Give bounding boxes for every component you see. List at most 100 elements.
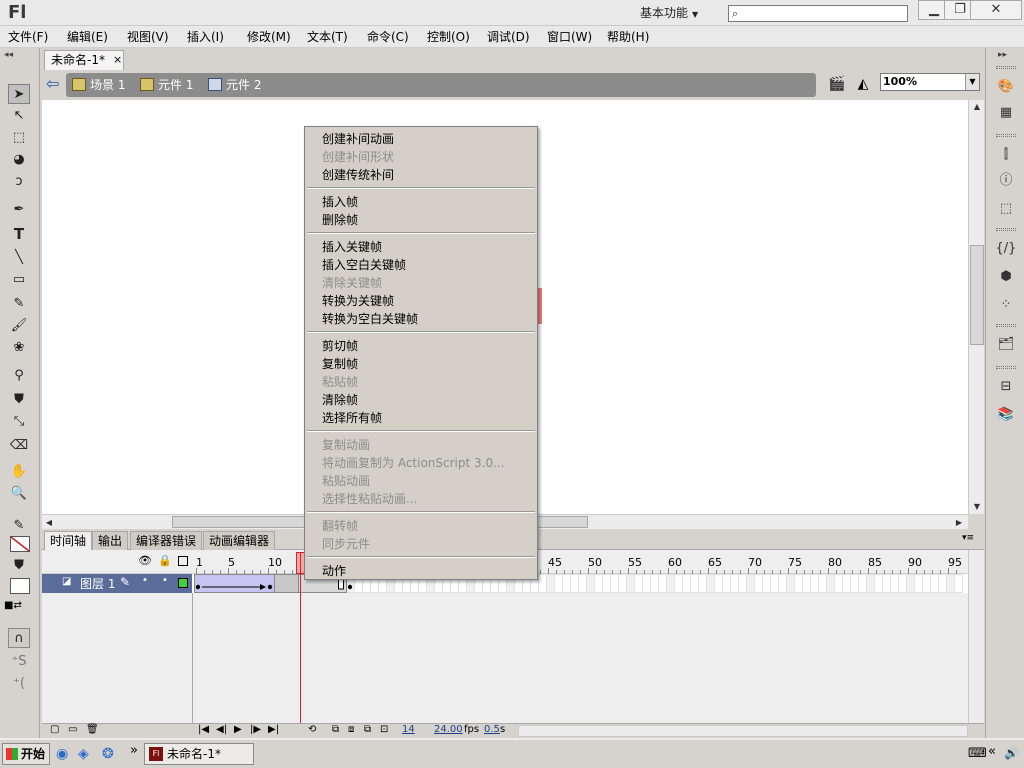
library-icon[interactable]: 📚 <box>995 404 1017 426</box>
scroll-right-icon[interactable]: ▶ <box>952 516 966 529</box>
grip[interactable] <box>996 228 1016 231</box>
context-menu-item[interactable]: 删除帧 <box>322 211 358 229</box>
first-frame-icon[interactable]: |◀ <box>198 724 209 735</box>
document-tab[interactable]: 未命名-1* × <box>44 50 124 70</box>
context-menu-item[interactable]: 转换为空白关键帧 <box>322 310 418 328</box>
panel-menu-icon[interactable]: ▾≡ <box>962 533 974 543</box>
context-menu-item[interactable]: 清除帧 <box>322 391 358 409</box>
new-layer-icon[interactable]: ▢ <box>50 724 59 735</box>
search-input[interactable]: ⌕ <box>728 5 908 22</box>
last-frame-icon[interactable]: ▶| <box>268 724 279 735</box>
fill-color-icon[interactable]: ⛊ <box>8 556 30 576</box>
3d-rotation-tool-icon[interactable]: ◕ <box>8 150 30 170</box>
stroke-color-swatch[interactable] <box>10 536 30 552</box>
new-folder-icon[interactable]: ▭ <box>68 724 77 735</box>
step-forward-icon[interactable]: |▶ <box>250 724 261 735</box>
chevron-down-icon[interactable]: ▼ <box>965 74 979 90</box>
timeline-vertical-scrollbar[interactable] <box>968 550 984 723</box>
menu-help[interactable]: 帮助(H) <box>607 26 649 48</box>
scroll-down-icon[interactable]: ▼ <box>970 500 984 513</box>
taskbar-window-button[interactable]: Fl 未命名-1* <box>144 743 254 765</box>
back-arrow-icon[interactable]: ⇦ <box>46 75 64 93</box>
lasso-tool-icon[interactable]: ↄ <box>8 172 30 192</box>
context-menu-item[interactable]: 复制帧 <box>322 355 358 373</box>
motion-presets-icon[interactable]: ⁘ <box>995 294 1017 316</box>
close-icon[interactable]: × <box>113 51 122 69</box>
tab-output[interactable]: 输出 <box>92 531 129 550</box>
swap-colors-icon[interactable]: ■⇄ <box>4 600 22 611</box>
edit-scene-icon[interactable]: 🎬 <box>826 76 848 94</box>
collapse-icon[interactable]: ◂◂ <box>4 50 13 60</box>
visibility-dot-icon[interactable]: • <box>142 575 148 586</box>
tray-chevron-icon[interactable]: « <box>988 744 996 759</box>
eraser-tool-icon[interactable]: ⌫ <box>8 436 30 456</box>
edit-symbols-icon[interactable]: ◭ <box>852 76 874 94</box>
context-menu-item[interactable]: 选择所有帧 <box>322 409 382 427</box>
grip[interactable] <box>996 66 1016 69</box>
eyedropper-tool-icon[interactable]: ⤡ <box>8 412 30 432</box>
keyboard-icon[interactable]: ⌨ <box>968 746 987 761</box>
pencil-tool-icon[interactable]: ✎ <box>8 294 30 314</box>
eye-icon[interactable]: 👁 <box>138 554 152 567</box>
menu-edit[interactable]: 编辑(E) <box>67 26 108 48</box>
swatches-icon[interactable]: ▦ <box>995 102 1017 124</box>
grip[interactable] <box>996 324 1016 327</box>
paint-bucket-tool-icon[interactable]: ⛊ <box>8 390 30 410</box>
components-icon[interactable]: ⬢ <box>995 266 1017 288</box>
browser-icon[interactable]: ◉ <box>56 746 68 762</box>
elapsed-time[interactable]: 0.5 <box>484 724 500 735</box>
menu-commands[interactable]: 命令(C) <box>367 26 409 48</box>
context-menu-item[interactable]: 创建传统补间 <box>322 166 394 184</box>
grip[interactable] <box>996 134 1016 137</box>
deco-tool-icon[interactable]: ❀ <box>8 338 30 358</box>
stroke-color-icon[interactable]: ✎ <box>8 516 30 536</box>
context-menu-item[interactable]: 动作 <box>322 562 346 580</box>
snap-magnet-icon[interactable]: ∩ <box>8 628 30 648</box>
outline-color-icon[interactable] <box>178 578 188 588</box>
bone-tool-icon[interactable]: ⚲ <box>8 366 30 386</box>
lock-dot-icon[interactable]: • <box>162 575 168 586</box>
tab-timeline[interactable]: 时间轴 <box>44 531 93 550</box>
quick-launch-icon[interactable]: ◈ <box>78 746 89 762</box>
loop-icon[interactable]: ⟲ <box>308 724 316 735</box>
menu-view[interactable]: 视图(V) <box>127 26 169 48</box>
line-tool-icon[interactable]: ╲ <box>8 248 30 268</box>
align-icon[interactable]: ⫿ <box>995 144 1017 166</box>
context-menu-item[interactable]: 转换为关键帧 <box>322 292 394 310</box>
menu-debug[interactable]: 调试(D) <box>487 26 530 48</box>
speaker-icon[interactable]: 🔊 <box>1004 746 1019 760</box>
frame-rate[interactable]: 24.00 <box>434 724 463 735</box>
smooth-icon[interactable]: ⁺S <box>8 652 30 672</box>
close-button[interactable]: ✕ <box>970 0 1022 20</box>
menu-control[interactable]: 控制(O) <box>427 26 470 48</box>
text-tool-icon[interactable]: T <box>8 224 30 244</box>
breadcrumb-symbol-2[interactable]: 元件 2 <box>208 73 261 97</box>
context-menu-item[interactable]: 插入关键帧 <box>322 238 382 256</box>
workspace-switcher[interactable]: 基本功能 ▼ <box>634 3 704 23</box>
edit-multiple-frames-icon[interactable]: ⧉ <box>364 724 371 735</box>
zoom-select[interactable]: 100% ▼ <box>880 73 980 91</box>
breadcrumb-symbol-1[interactable]: 元件 1 <box>140 73 193 97</box>
onion-skin-icon[interactable]: ⧉ <box>332 724 339 735</box>
tab-compiler-errors[interactable]: 编译器错误 <box>130 531 203 550</box>
scroll-left-icon[interactable]: ◀ <box>42 516 56 529</box>
outline-icon[interactable] <box>178 556 188 566</box>
media-icon[interactable]: ❂ <box>102 746 114 762</box>
hand-tool-icon[interactable]: ✋ <box>8 462 30 482</box>
onion-markers-icon[interactable]: ⊡ <box>380 724 388 735</box>
subselection-tool-icon[interactable]: ↖ <box>8 106 30 126</box>
brush-tool-icon[interactable]: 🖌 <box>8 316 30 336</box>
layer-name[interactable]: 图层 1 <box>80 575 115 592</box>
context-menu-item[interactable]: 插入空白关键帧 <box>322 256 406 274</box>
free-transform-tool-icon[interactable]: ⬚ <box>8 128 30 148</box>
menu-insert[interactable]: 插入(I) <box>187 26 224 48</box>
info-icon[interactable]: ⓘ <box>995 170 1017 192</box>
vertical-scrollbar[interactable]: ▲ ▼ <box>968 100 984 514</box>
lock-icon[interactable]: 🔒 <box>158 554 172 567</box>
layer-header[interactable]: ◪ 图层 1 ✎ • • <box>42 574 192 593</box>
menu-text[interactable]: 文本(T) <box>307 26 348 48</box>
step-back-icon[interactable]: ◀| <box>216 724 227 735</box>
code-snippets-icon[interactable]: {/} <box>995 238 1017 260</box>
menu-window[interactable]: 窗口(W) <box>547 26 592 48</box>
breadcrumb-scene[interactable]: 场景 1 <box>72 73 125 97</box>
